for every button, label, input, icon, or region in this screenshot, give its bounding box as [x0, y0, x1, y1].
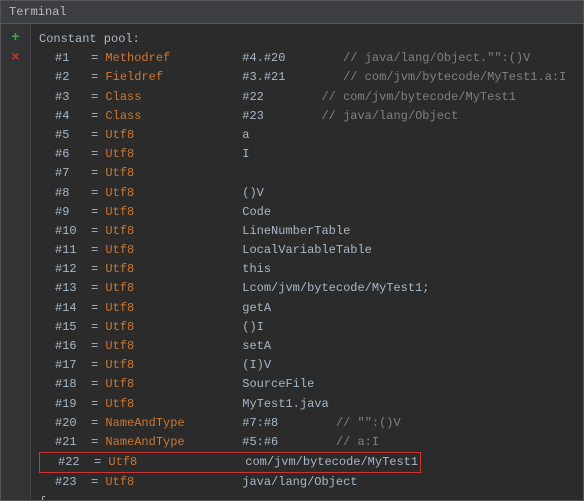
gutter-plus-icon[interactable]: + [11, 30, 19, 46]
table-row: #5 = Utf8 a [39, 126, 575, 145]
gutter: + × [1, 24, 31, 500]
header-line: Constant pool: [39, 30, 575, 49]
table-row: #7 = Utf8 [39, 164, 575, 183]
table-row: #18 = Utf8 SourceFile [39, 375, 575, 394]
window-title: Terminal [9, 5, 67, 19]
terminal-window: Terminal + × Constant pool: #1 = Methodr… [0, 0, 584, 501]
table-row: #16 = Utf8 setA [39, 337, 575, 356]
table-row: #9 = Utf8 Code [39, 203, 575, 222]
terminal-output: Constant pool: #1 = Methodref #4.#20 // … [31, 24, 583, 500]
title-bar: Terminal [1, 1, 583, 24]
table-row: #2 = Fieldref #3.#21 // com/jvm/bytecode… [39, 68, 575, 87]
table-row: #4 = Class #23 // java/lang/Object [39, 107, 575, 126]
table-row: #1 = Methodref #4.#20 // java/lang/Objec… [39, 49, 575, 68]
table-row: #3 = Class #22 // com/jvm/bytecode/MyTes… [39, 88, 575, 107]
footer-line: { [39, 493, 575, 501]
table-row: #21 = NameAndType #5:#6 // a:I [39, 433, 575, 452]
gutter-x-icon[interactable]: × [11, 50, 19, 66]
table-row: #14 = Utf8 getA [39, 299, 575, 318]
table-row: #20 = NameAndType #7:#8 // "":()V [39, 414, 575, 433]
table-row: #17 = Utf8 (I)V [39, 356, 575, 375]
table-row: #15 = Utf8 ()I [39, 318, 575, 337]
table-row: #10 = Utf8 LineNumberTable [39, 222, 575, 241]
table-row: #8 = Utf8 ()V [39, 184, 575, 203]
table-row: #13 = Utf8 Lcom/jvm/bytecode/MyTest1; [39, 279, 575, 298]
table-row: #23 = Utf8 java/lang/Object [39, 473, 575, 492]
content-area: + × Constant pool: #1 = Methodref #4.#20… [1, 24, 583, 500]
table-row: #22 = Utf8 com/jvm/bytecode/MyTest1 [39, 452, 575, 473]
table-row: #6 = Utf8 I [39, 145, 575, 164]
table-row: #19 = Utf8 MyTest1.java [39, 395, 575, 414]
table-row: #11 = Utf8 LocalVariableTable [39, 241, 575, 260]
table-row: #12 = Utf8 this [39, 260, 575, 279]
